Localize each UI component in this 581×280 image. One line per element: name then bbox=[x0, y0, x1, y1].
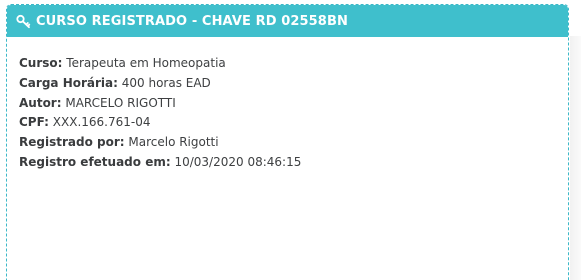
field-registered-by: Registrado por: Marcelo Rigotti bbox=[19, 133, 568, 153]
field-registration-date: Registro efetuado em: 10/03/2020 08:46:1… bbox=[19, 153, 568, 173]
field-value: 10/03/2020 08:46:15 bbox=[174, 154, 302, 169]
field-value: MARCELO RIGOTTI bbox=[65, 95, 176, 110]
field-label: Autor: bbox=[19, 95, 62, 110]
field-label: CPF: bbox=[19, 115, 49, 130]
field-cpf: CPF: XXX.166.761-04 bbox=[19, 113, 568, 133]
key-icon bbox=[16, 14, 31, 29]
field-label: Registrado por: bbox=[19, 135, 125, 150]
field-course: Curso: Terapeuta em Homeopatia bbox=[19, 54, 568, 74]
field-author: Autor: MARCELO RIGOTTI bbox=[19, 94, 568, 114]
field-value: Terapeuta em Homeopatia bbox=[66, 56, 226, 70]
card-title: CURSO REGISTRADO - CHAVE RD 02558BN bbox=[36, 13, 348, 29]
field-value: XXX.166.761-04 bbox=[52, 115, 151, 130]
field-label: Registro efetuado em: bbox=[19, 154, 171, 169]
field-value: Marcelo Rigotti bbox=[128, 135, 219, 150]
course-registration-card: CURSO REGISTRADO - CHAVE RD 02558BN Curs… bbox=[6, 4, 569, 280]
card-body: Curso: Terapeuta em Homeopatia Carga Hor… bbox=[7, 37, 568, 173]
field-workload: Carga Horária: 400 horas EAD bbox=[19, 74, 568, 94]
field-label: Carga Horária: bbox=[19, 75, 118, 90]
page-background-strip bbox=[570, 36, 581, 280]
field-value: 400 horas EAD bbox=[121, 75, 211, 90]
card-header: CURSO REGISTRADO - CHAVE RD 02558BN bbox=[7, 5, 568, 37]
field-label: Curso: bbox=[19, 56, 63, 70]
